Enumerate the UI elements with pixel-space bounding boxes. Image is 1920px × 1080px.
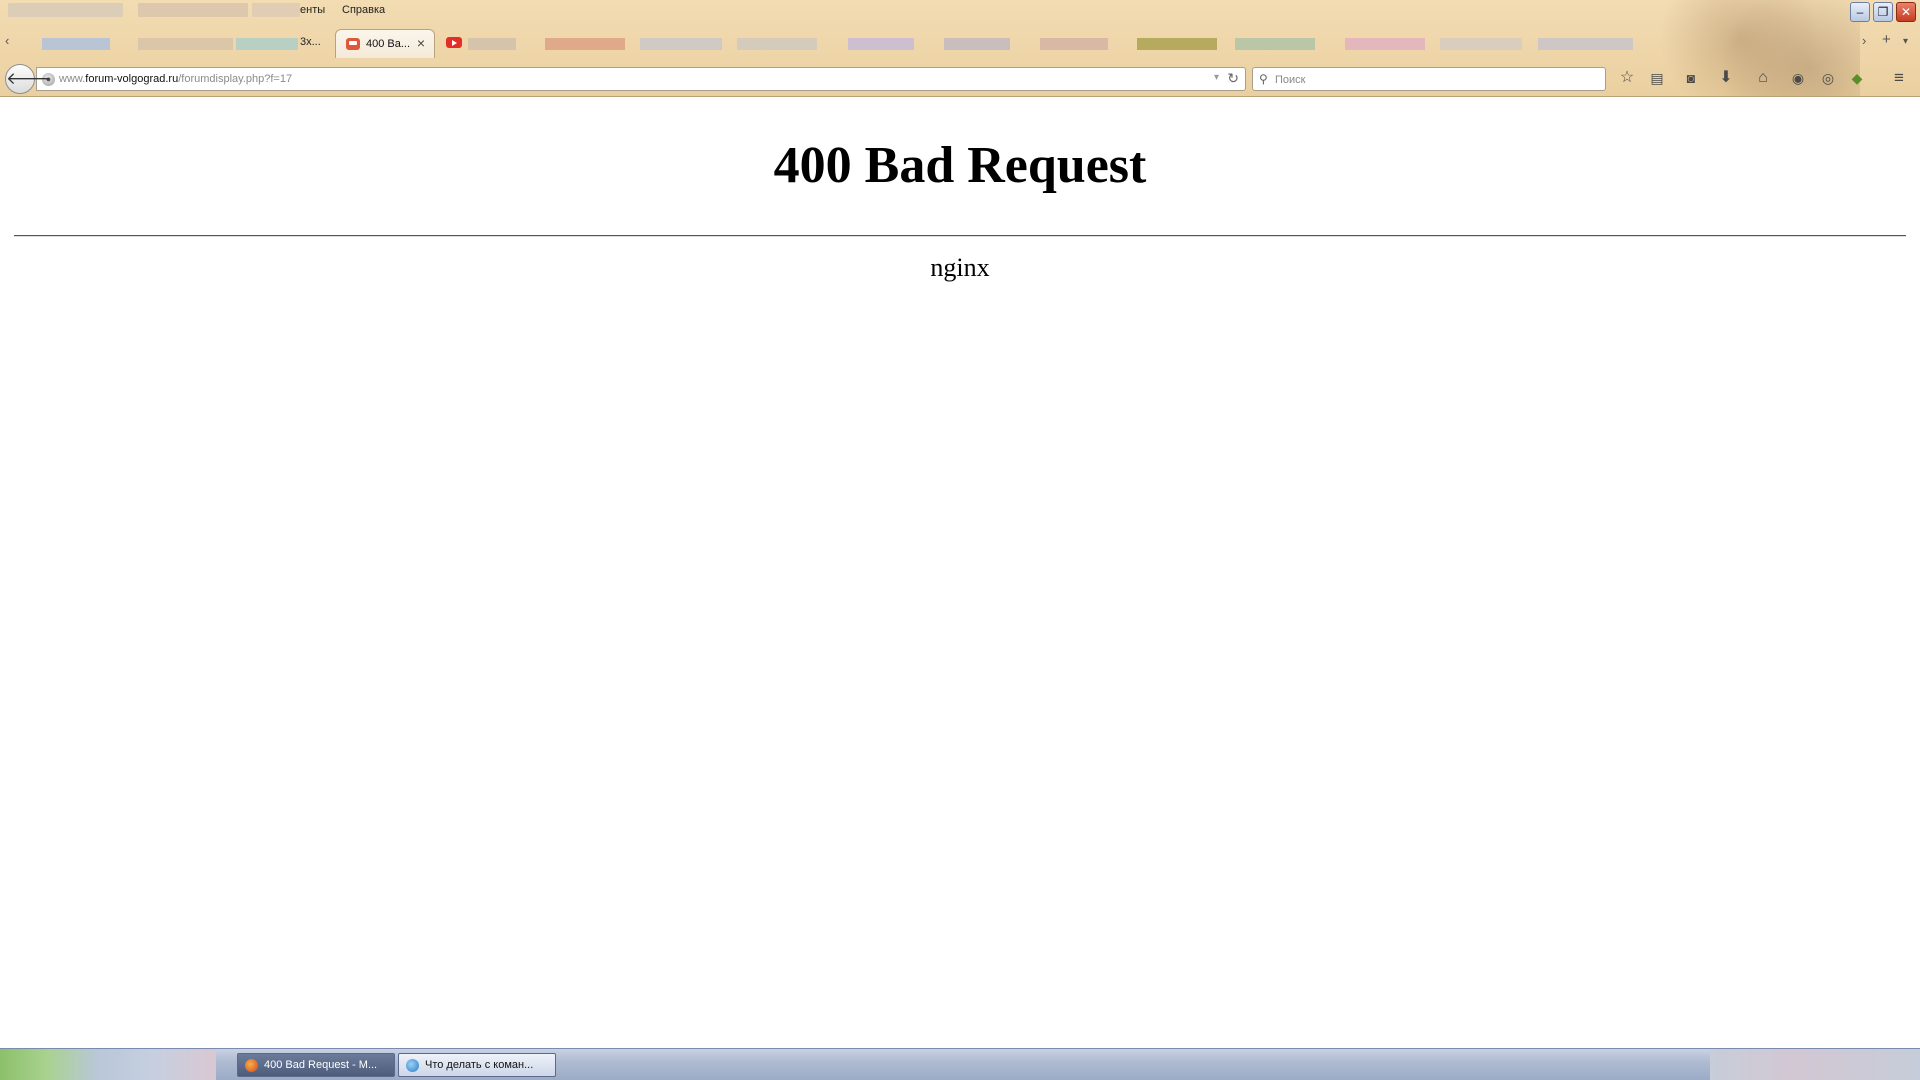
tab-obscured[interactable]: [1137, 38, 1217, 50]
tab-active[interactable]: 400 Ba... ×: [335, 29, 435, 58]
menu-item-obscured[interactable]: [138, 3, 248, 17]
bookmark-star-icon[interactable]: ☆: [1616, 67, 1638, 89]
pocket-icon[interactable]: ◙: [1680, 67, 1702, 89]
taskbar-item-label: 400 Bad Request - M...: [264, 1059, 378, 1071]
tab-obscured[interactable]: [468, 38, 516, 50]
taskbar: 400 Bad Request - M... Что делать с кома…: [0, 1048, 1920, 1080]
taskbar-item-firefox[interactable]: 400 Bad Request - M...: [237, 1053, 395, 1077]
url-history-dropdown-icon[interactable]: ▾: [1214, 72, 1219, 83]
tab-obscured[interactable]: [138, 38, 233, 50]
restore-button[interactable]: ❐: [1873, 2, 1893, 22]
new-tab-button[interactable]: +: [1882, 31, 1891, 48]
tab-strip: 3х...: [0, 28, 1920, 58]
ie-icon: [406, 1059, 419, 1072]
taskbar-item-ie[interactable]: Что делать с коман...: [398, 1053, 556, 1077]
menu-bar: енты Справка: [0, 0, 1800, 20]
youtube-favicon-icon[interactable]: [446, 37, 462, 48]
start-area-obscured[interactable]: [0, 1049, 216, 1080]
tab-obscured[interactable]: [1440, 38, 1522, 50]
back-button[interactable]: 🡐: [5, 64, 52, 94]
tab-obscured[interactable]: [236, 38, 298, 50]
page-content: 400 Bad Request nginx: [0, 98, 1920, 1048]
download-icon[interactable]: ⬇: [1715, 67, 1737, 89]
server-name: nginx: [930, 253, 990, 282]
close-window-button[interactable]: ✕: [1896, 2, 1916, 22]
tab-obscured[interactable]: [545, 38, 625, 50]
page-title: 400 Bad Request: [773, 137, 1147, 194]
url-text[interactable]: www.forum-volgograd.ru/forumdisplay.php?…: [59, 73, 292, 85]
tab-obscured[interactable]: [1345, 38, 1425, 50]
taskbar-item-label: Что делать с коман...: [425, 1059, 534, 1071]
divider: [14, 235, 1906, 237]
tab-obscured[interactable]: [737, 38, 817, 50]
tabs-list-button[interactable]: ▾: [1903, 36, 1908, 47]
minimize-button[interactable]: –: [1850, 2, 1870, 22]
tab-obscured[interactable]: [1235, 38, 1315, 50]
tab-obscured[interactable]: [944, 38, 1010, 50]
tab-obscured[interactable]: [848, 38, 914, 50]
addon-icon[interactable]: ◉: [1787, 67, 1809, 89]
system-tray-obscured[interactable]: [1710, 1049, 1920, 1080]
browser-chrome: енты Справка – ❐ ✕ 3х... ‹ 400 Ba... × ›…: [0, 0, 1920, 97]
tab-obscured[interactable]: [1538, 38, 1633, 50]
reload-icon[interactable]: ↻: [1227, 70, 1239, 87]
extension-icon[interactable]: ◆: [1846, 67, 1868, 89]
menu-item-obscured[interactable]: [252, 3, 300, 17]
url-bar[interactable]: ● www.forum-volgograd.ru/forumdisplay.ph…: [36, 67, 1246, 91]
tab-partial-label[interactable]: 3х...: [300, 36, 321, 48]
menu-item-tools[interactable]: енты: [300, 3, 325, 17]
tab-obscured[interactable]: [42, 38, 110, 50]
tab-obscured[interactable]: [640, 38, 722, 50]
home-icon[interactable]: ⌂: [1752, 67, 1774, 89]
reading-list-icon[interactable]: ▤: [1646, 67, 1668, 89]
search-bar[interactable]: ⚲: [1252, 67, 1606, 91]
menu-item-help[interactable]: Справка: [342, 3, 385, 17]
url-prefix: www.: [59, 73, 86, 85]
menu-item-obscured[interactable]: [8, 3, 123, 17]
url-host: forum-volgograd.ru: [85, 73, 179, 85]
url-path: /forumdisplay.php?f=17: [178, 73, 293, 85]
firefox-icon: [245, 1059, 258, 1072]
tab-obscured[interactable]: [1040, 38, 1108, 50]
tabs-scroll-right-button[interactable]: ›: [1862, 33, 1866, 48]
search-input[interactable]: [1275, 72, 1595, 87]
tab-active-label: 400 Ba...: [366, 38, 411, 50]
tabs-scroll-left-button[interactable]: ‹: [5, 33, 9, 48]
forum-favicon-icon: [346, 38, 360, 50]
menu-icon[interactable]: ≡: [1888, 67, 1910, 89]
navigation-toolbar: ● www.forum-volgograd.ru/forumdisplay.ph…: [0, 62, 1920, 96]
search-icon: ⚲: [1259, 72, 1268, 86]
tab-close-icon[interactable]: ×: [417, 35, 425, 51]
sync-icon[interactable]: ◎: [1817, 67, 1839, 89]
